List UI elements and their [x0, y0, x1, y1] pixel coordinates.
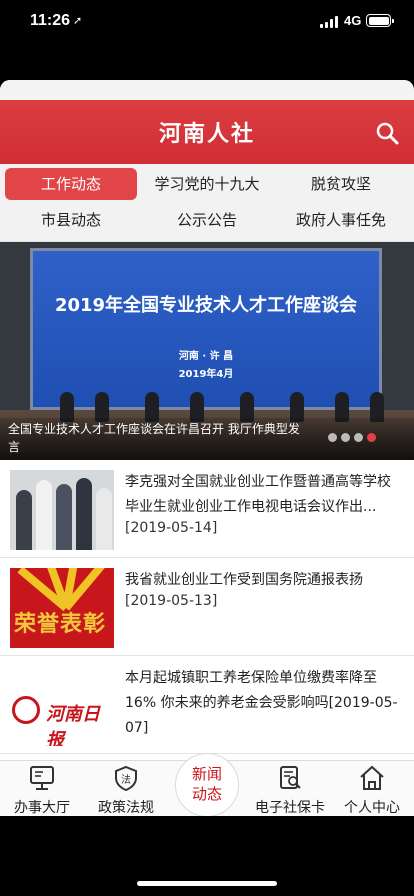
signal-icon [320, 16, 340, 28]
carousel-dot[interactable] [354, 433, 363, 442]
tab-notices[interactable]: 公示公告 [141, 204, 273, 236]
category-tabs: 工作动态 学习党的十九大 脱贫攻坚 市县动态 公示公告 政府人事任免 [0, 164, 414, 242]
center-label: 新闻 动态 [176, 764, 238, 804]
carousel-dots [324, 427, 376, 446]
nav-policy[interactable]: 法 政策法规 [84, 761, 168, 816]
thumbnail-text: 河南日报 [46, 704, 100, 746]
nav-label: 政策法规 [98, 800, 154, 816]
nav-social-card[interactable]: 电子社保卡 [248, 761, 332, 816]
banner-board-date: 2019年4月 [178, 369, 234, 380]
center-label-line: 新闻 [191, 765, 222, 783]
battery-icon [366, 14, 394, 27]
news-date: [2019-05-13] [125, 593, 218, 609]
location-arrow-icon: ➚ [73, 14, 83, 27]
banner-carousel[interactable]: 2019年全国专业技术人才工作座谈会 河南 · 许 昌 2019年4月 全国专业… [0, 242, 414, 460]
phone-screen: 11:26 ➚ 4G 河南人社 工作动态 学习党的十九大 脱贫攻坚 市县动态 公… [0, 0, 414, 896]
law-shield-icon: 法 [115, 765, 137, 791]
tab-county-news[interactable]: 市县动态 [5, 204, 137, 236]
banner-board-location: 河南 · 许 昌 [178, 351, 234, 362]
news-title: 我省就业创业工作受到国务院通报表扬 [125, 572, 363, 588]
tab-poverty[interactable]: 脱贫攻坚 [275, 168, 407, 200]
app-header: 河南人社 [0, 100, 414, 164]
tab-party-study[interactable]: 学习党的十九大 [141, 168, 273, 200]
nav-personal-center[interactable]: 个人中心 [330, 761, 414, 816]
news-title: 李克强对全国就业创业工作暨普通高等学校毕业生就业创业工作电视电话会议作出... [125, 474, 391, 515]
tab-appointments[interactable]: 政府人事任免 [275, 204, 407, 236]
bottom-nav: 办事大厅 法 政策法规 新闻 动态 电子社保卡 个人中心 [0, 753, 414, 816]
banner-people [0, 382, 414, 422]
news-item[interactable]: 李克强对全国就业创业工作暨普通高等学校毕业生就业创业工作电视电话会议作出... … [0, 460, 414, 558]
nav-service-hall[interactable]: 办事大厅 [0, 761, 84, 816]
app-sheet: 河南人社 工作动态 学习党的十九大 脱贫攻坚 市县动态 公示公告 政府人事任免 … [0, 80, 414, 816]
nav-label: 办事大厅 [14, 800, 70, 816]
app-logo-title: 河南人社 [158, 121, 255, 147]
home-indicator [137, 881, 277, 886]
status-bar: 11:26 ➚ 4G [0, 0, 414, 44]
network-type: 4G [344, 13, 362, 28]
news-item[interactable]: 河南日报 本月起城镇职工养老保险单位缴费率降至16% 你未来的养老金会受影响吗[… [0, 656, 414, 754]
svg-text:法: 法 [121, 773, 131, 786]
news-thumbnail [10, 470, 114, 550]
house-icon [360, 765, 384, 790]
tab-work-news[interactable]: 工作动态 [5, 168, 137, 200]
nav-label: 个人中心 [344, 800, 400, 816]
news-date: [2019-05-14] [125, 520, 218, 536]
carousel-dot-active[interactable] [367, 433, 376, 442]
card-search-icon [280, 766, 301, 789]
banner-caption-text: 全国专业技术人才工作座谈会在许昌召开 我厅作典型发言 [8, 422, 300, 454]
banner-board-title: 2019年全国专业技术人才工作座谈会 [54, 295, 358, 316]
monitor-icon [30, 766, 54, 790]
carousel-dot[interactable] [328, 433, 337, 442]
news-thumbnail: 荣誉表彰 [10, 568, 114, 648]
henan-daily-seal-icon [12, 696, 40, 724]
center-label-line: 动态 [191, 785, 222, 803]
news-title: 本月起城镇职工养老保险单位缴费率降至16% 你未来的养老金会受影响吗[2019-… [125, 670, 398, 736]
news-thumbnail: 河南日报 [10, 666, 114, 746]
status-time: 11:26 [30, 12, 71, 29]
nav-news-center-button[interactable]: 新闻 动态 [175, 753, 239, 816]
news-list: 李克强对全国就业创业工作暨普通高等学校毕业生就业创业工作电视电话会议作出... … [0, 460, 414, 754]
nav-label: 电子社保卡 [255, 800, 325, 816]
thumbnail-text: 荣誉表彰 [14, 611, 107, 637]
search-icon[interactable] [374, 120, 400, 146]
carousel-dot[interactable] [341, 433, 350, 442]
news-item[interactable]: 荣誉表彰 我省就业创业工作受到国务院通报表扬 [2019-05-13] [0, 558, 414, 656]
sheet-top-strip [0, 80, 414, 100]
